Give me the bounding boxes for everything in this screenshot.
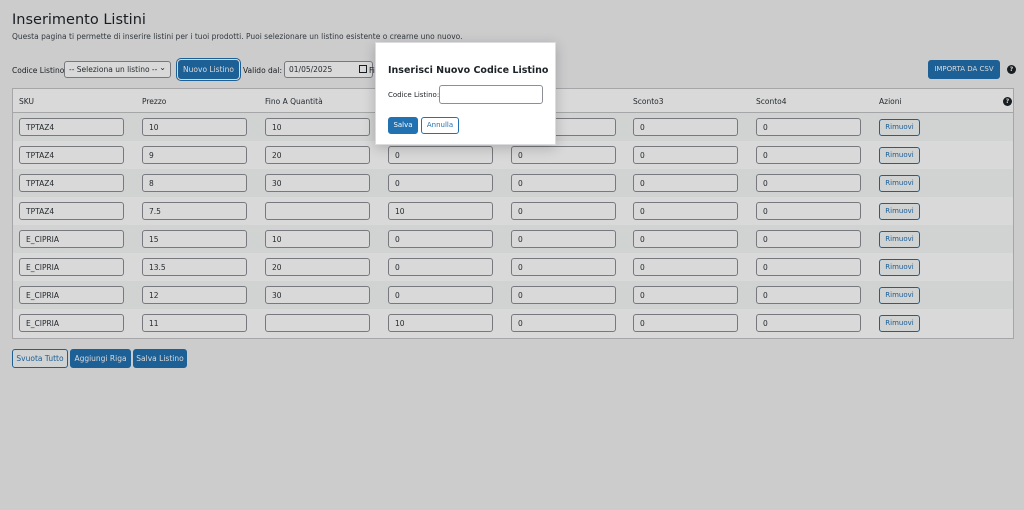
modal-annulla-button[interactable]: Annulla (421, 117, 459, 134)
nuovo-codice-modal: Inserisci Nuovo Codice Listino Codice Li… (375, 42, 556, 145)
modal-title: Inserisci Nuovo Codice Listino (388, 65, 549, 76)
modal-codice-label: Codice Listino: (388, 91, 440, 99)
modal-codice-input[interactable] (439, 85, 543, 104)
modal-salva-button[interactable]: Salva (388, 117, 418, 134)
